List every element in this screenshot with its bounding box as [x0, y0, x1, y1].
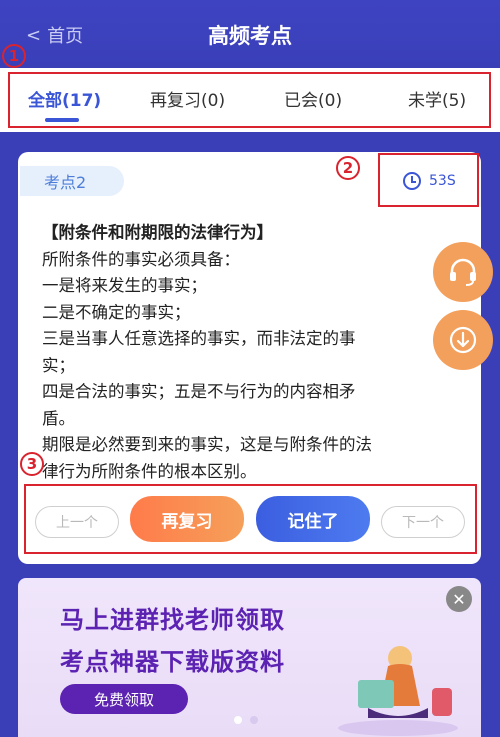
knowledge-card: 考点2 2 53S 【附条件和附期限的法律行为】 所附条件的事实必须具备： 一是… [18, 152, 481, 564]
annotation-marker-3: 3 [20, 452, 44, 476]
carousel-dot-active[interactable] [234, 716, 242, 724]
page-title: 高频考点 [208, 24, 292, 48]
point-content: 【附条件和附期限的法律行为】 所附条件的事实必须具备： 一是将来发生的事实； 二… [42, 220, 422, 485]
content-line: 律行为所附条件的根本区别。 [42, 461, 257, 481]
free-claim-button[interactable]: 免费领取 [60, 684, 188, 714]
remembered-button[interactable]: 记住了 [256, 496, 370, 542]
close-icon[interactable]: ✕ [446, 586, 472, 612]
content-heading: 【附条件和附期限的法律行为】 [42, 223, 273, 242]
reader-illustration-icon [338, 646, 458, 736]
review-again-button[interactable]: 再复习 [130, 496, 244, 542]
annotation-marker-2: 2 [336, 156, 360, 180]
headset-icon [450, 258, 476, 286]
carousel-dot[interactable] [250, 716, 258, 724]
timer-value: 53S [429, 173, 456, 189]
download-button[interactable] [433, 310, 493, 370]
banner-title-line2: 考点神器下载版资料 [60, 648, 285, 676]
annotation-marker-1: 1 [2, 44, 26, 68]
tab-all[interactable]: 全部(17) [28, 86, 101, 111]
content-line: 一是将来发生的事实； [42, 276, 207, 295]
content-line: 期限是必然要到来的事实，这是与附条件的法 [42, 435, 372, 454]
content-line: 三是当事人任意选择的事实，而非法定的事 [42, 329, 356, 348]
point-tag: 考点2 [20, 166, 124, 196]
content-line: 所附条件的事实必须具备： [42, 249, 240, 269]
content-line: 四是合法的事实；五是不与行为的内容相矛 [42, 382, 356, 401]
tab-not-learned[interactable]: 未学(5) [408, 86, 466, 111]
content-line: 盾。 [42, 408, 75, 428]
carousel-dots [234, 716, 258, 724]
tab-mastered[interactable]: 已会(0) [284, 86, 342, 111]
content-line: 二是不确定的事实； [42, 302, 191, 322]
content-line: 实； [42, 355, 75, 375]
timer: 53S [403, 172, 456, 190]
customer-service-button[interactable] [433, 242, 493, 302]
promo-banner[interactable]: 马上进群找老师领取 考点神器下载版资料 免费领取 ✕ [18, 578, 481, 737]
top-bar: < 首页 高频考点 1 [0, 0, 500, 68]
download-icon [449, 326, 477, 354]
tab-bar: 全部(17) 再复习(0) 已会(0) 未学(5) [0, 68, 500, 132]
next-button[interactable]: 下一个 [381, 506, 465, 538]
clock-icon [403, 172, 421, 190]
active-tab-indicator [45, 118, 79, 122]
prev-button[interactable]: 上一个 [35, 506, 119, 538]
tab-review-again[interactable]: 再复习(0) [150, 86, 225, 111]
banner-title-line1: 马上进群找老师领取 [60, 606, 285, 634]
